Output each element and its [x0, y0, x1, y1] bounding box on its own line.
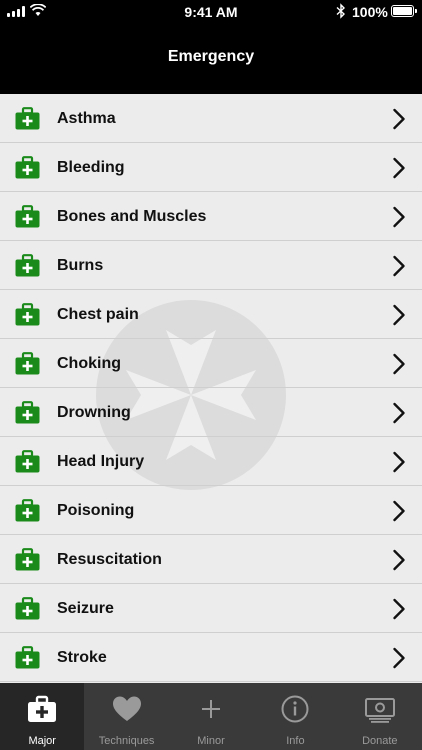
chevron-right-icon: [393, 647, 405, 669]
first-aid-kit-icon: [15, 156, 40, 179]
tab-label: Info: [286, 735, 305, 747]
list-item-label: Resuscitation: [57, 551, 162, 568]
chevron-right-icon: [393, 598, 405, 620]
tab-techniques[interactable]: Techniques: [84, 683, 168, 750]
bluetooth-icon: [336, 3, 346, 19]
chevron-right-icon: [393, 108, 405, 130]
battery-icon: [391, 5, 417, 17]
page-title: Emergency: [167, 48, 255, 65]
list-item-label: Stroke: [57, 649, 107, 666]
tab-label: Major: [28, 735, 56, 747]
first-aid-kit-icon: [15, 646, 40, 669]
first-aid-kit-icon: [15, 450, 40, 473]
list-item-label: Asthma: [57, 110, 116, 127]
list-item-seizure[interactable]: Seizure: [0, 584, 422, 633]
list-item-head-injury[interactable]: Head Injury: [0, 437, 422, 486]
list-item-burns[interactable]: Burns: [0, 241, 422, 290]
list-item-label: Choking: [57, 355, 121, 372]
list-item-stroke[interactable]: Stroke: [0, 633, 422, 682]
chevron-right-icon: [393, 206, 405, 228]
first-aid-kit-icon: [15, 548, 40, 571]
list-item-label: Poisoning: [57, 502, 135, 519]
tab-minor[interactable]: Minor: [169, 683, 253, 750]
list-item-label: Head Injury: [57, 453, 145, 470]
chevron-right-icon: [393, 255, 405, 277]
list-item-drowning[interactable]: Drowning: [0, 388, 422, 437]
first-aid-kit-icon: [28, 695, 57, 722]
tab-donate[interactable]: Donate: [338, 683, 422, 750]
tab-label: Minor: [197, 735, 225, 747]
list-item-label: Drowning: [57, 404, 131, 421]
chevron-right-icon: [393, 353, 405, 375]
tab-major[interactable]: Major: [0, 683, 85, 750]
list-item-label: Bleeding: [57, 159, 125, 176]
heart-icon: [112, 696, 141, 721]
list-item-resuscitation[interactable]: Resuscitation: [0, 535, 422, 584]
chevron-right-icon: [393, 451, 405, 473]
list-item-bones-and-muscles[interactable]: Bones and Muscles: [0, 192, 422, 241]
banknote-icon: [364, 698, 395, 723]
list-item-asthma[interactable]: Asthma: [0, 94, 422, 143]
first-aid-kit-icon: [15, 303, 40, 326]
first-aid-kit-icon: [15, 254, 40, 277]
first-aid-kit-icon: [15, 352, 40, 375]
chevron-right-icon: [393, 549, 405, 571]
tab-label: Techniques: [98, 735, 155, 747]
list-item-label: Bones and Muscles: [57, 208, 207, 225]
list-item-choking[interactable]: Choking: [0, 339, 422, 388]
list-item-poisoning[interactable]: Poisoning: [0, 486, 422, 535]
tab-label: Donate: [362, 735, 398, 747]
plus-icon: [202, 700, 221, 718]
chevron-right-icon: [393, 402, 405, 424]
tab-info[interactable]: Info: [253, 683, 337, 750]
first-aid-kit-icon: [15, 107, 40, 130]
first-aid-kit-icon: [15, 597, 40, 620]
list-item-chest-pain[interactable]: Chest pain: [0, 290, 422, 339]
chevron-right-icon: [393, 304, 405, 326]
list-item-bleeding[interactable]: Bleeding: [0, 143, 422, 192]
battery-percentage: 100%: [352, 4, 388, 20]
first-aid-kit-icon: [15, 401, 40, 424]
chevron-right-icon: [393, 157, 405, 179]
first-aid-kit-icon: [15, 205, 40, 228]
tab-bar: Major Techniques Minor Info Donate: [0, 683, 422, 750]
list-item-label: Burns: [57, 257, 104, 274]
first-aid-kit-icon: [15, 499, 40, 522]
emergency-list[interactable]: Asthma Bleeding Bones and Muscles Burns Ches…: [0, 94, 422, 683]
list-item-label: Chest pain: [57, 306, 139, 323]
status-bar: 9:41 AM 100%: [0, 0, 422, 24]
navigation-bar: Emergency: [0, 24, 422, 94]
chevron-right-icon: [393, 500, 405, 522]
list-item-label: Seizure: [57, 600, 114, 617]
info-icon: [281, 695, 309, 723]
